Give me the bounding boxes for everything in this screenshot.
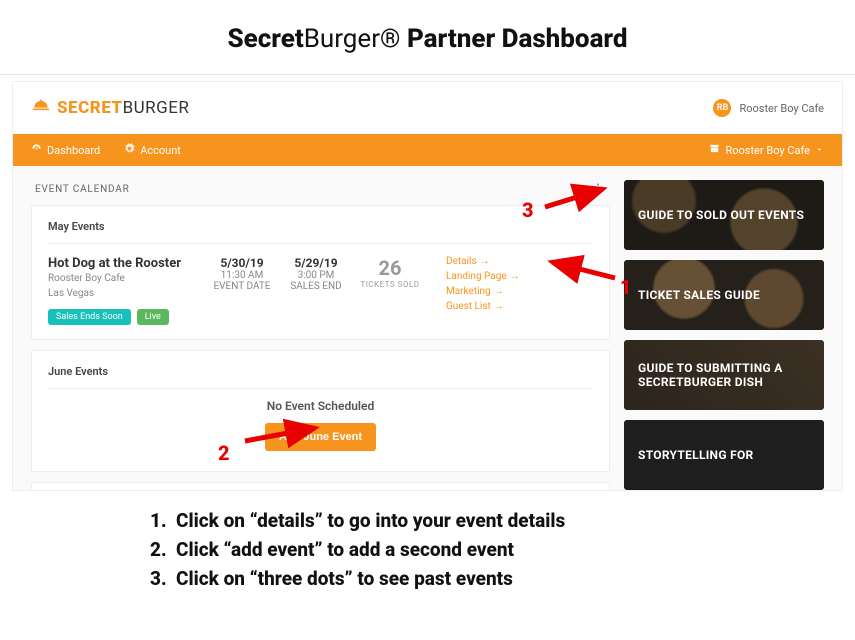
annotation-arrows xyxy=(0,0,855,640)
annotation-2: 2 xyxy=(218,441,230,465)
annotation-3: 3 xyxy=(522,198,534,222)
annotation-1: 1 xyxy=(620,275,632,299)
